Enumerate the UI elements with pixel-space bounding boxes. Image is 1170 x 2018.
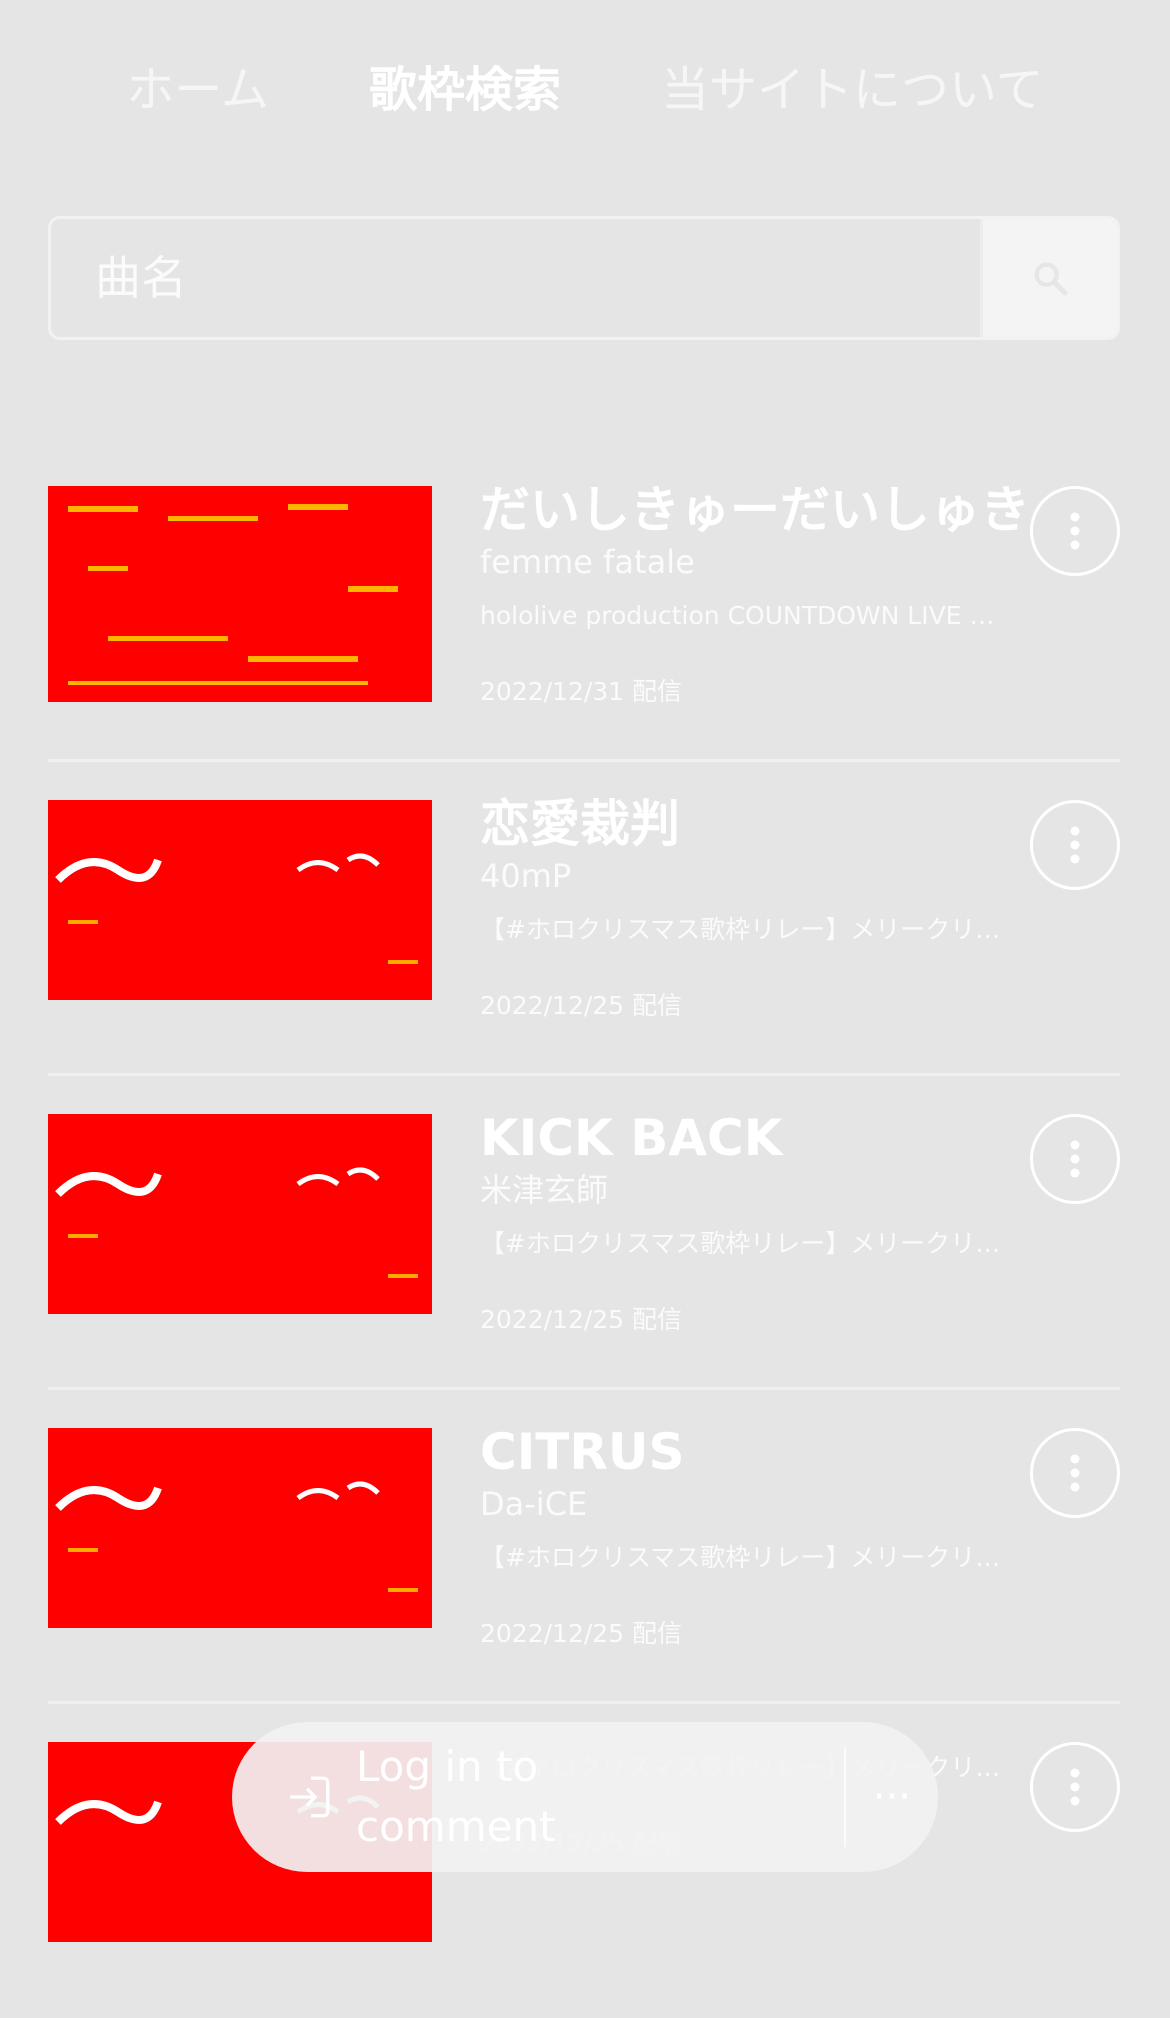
stream-title: hololive production COUNTDOWN LIVE 2022→… (480, 601, 1010, 630)
song-title-search-input[interactable] (51, 219, 980, 337)
song-artist: Da-iCE (480, 1485, 588, 1523)
more-vertical-icon (1070, 1768, 1080, 1806)
more-horizontal-icon: ··· (872, 1774, 912, 1820)
more-options-button[interactable] (1030, 486, 1120, 576)
more-options-button[interactable] (1030, 1114, 1120, 1204)
song-row[interactable]: 恋愛裁判 40mP 【#ホロクリスマス歌枠リレー】メリークリスマス 2022/1… (48, 762, 1120, 1076)
search-button[interactable] (980, 219, 1117, 337)
comment-menu-button[interactable]: ··· (846, 1722, 938, 1872)
song-row[interactable]: だいしきゅーだいしゅき femme fatale hololive produc… (48, 448, 1120, 762)
stream-date: 2022/12/25 配信 (480, 1619, 683, 1648)
nav-about[interactable]: 当サイトについて (661, 50, 1044, 120)
song-row[interactable]: KICK BACK 米津玄師 【#ホロクリスマス歌枠リレー】メリークリスマス 2… (48, 1076, 1120, 1390)
nav-song-search[interactable]: 歌枠検索 (369, 50, 561, 120)
login-icon (290, 1776, 330, 1818)
thumbnail-image (48, 1114, 432, 1330)
thumbnail-image (48, 486, 432, 702)
song-artist: 米津玄師 (480, 1171, 609, 1209)
more-options-button[interactable] (1030, 1742, 1120, 1832)
comment-bar: Log in to comment ··· (232, 1722, 938, 1872)
stream-date: 2022/12/31 配信 (480, 677, 683, 706)
song-title: CITRUS (480, 1423, 685, 1481)
stream-date: 2022/12/25 配信 (480, 1305, 683, 1334)
more-vertical-icon (1070, 1454, 1080, 1492)
stream-date: 2022/12/25 配信 (480, 991, 683, 1020)
video-thumbnail[interactable] (48, 1428, 432, 1644)
thumbnail-image (48, 1428, 432, 1644)
song-info: 恋愛裁判 40mP 【#ホロクリスマス歌枠リレー】メリークリスマス 2022/1… (480, 792, 1070, 1024)
login-to-comment-button[interactable]: Log in to comment (232, 1722, 844, 1872)
song-info: KICK BACK 米津玄師 【#ホロクリスマス歌枠リレー】メリークリスマス 2… (480, 1106, 1070, 1338)
search-bar (48, 216, 1120, 340)
song-title: 恋愛裁判 (480, 795, 680, 853)
search-icon (1034, 262, 1068, 296)
more-options-button[interactable] (1030, 800, 1120, 890)
video-thumbnail[interactable] (48, 1114, 432, 1330)
stream-title: 【#ホロクリスマス歌枠リレー】メリークリスマス (480, 1229, 1010, 1258)
login-label: Log in to comment (356, 1742, 556, 1851)
top-nav: ホーム 歌枠検索 当サイトについて (0, 0, 1170, 170)
song-title: だいしきゅーだいしゅき (480, 481, 1030, 539)
song-title: KICK BACK (480, 1109, 783, 1167)
more-vertical-icon (1070, 826, 1080, 864)
song-artist: femme fatale (480, 543, 695, 581)
song-artist: 40mP (480, 857, 572, 895)
song-row[interactable]: CITRUS Da-iCE 【#ホロクリスマス歌枠リレー】メリークリスマス 20… (48, 1390, 1120, 1704)
thumbnail-image (48, 800, 432, 1016)
more-vertical-icon (1070, 512, 1080, 550)
more-vertical-icon (1070, 1140, 1080, 1178)
song-info: CITRUS Da-iCE 【#ホロクリスマス歌枠リレー】メリークリスマス 20… (480, 1420, 1070, 1652)
video-thumbnail[interactable] (48, 486, 432, 702)
song-info: だいしきゅーだいしゅき femme fatale hololive produc… (480, 478, 1070, 710)
stream-title: 【#ホロクリスマス歌枠リレー】メリークリスマス (480, 915, 1010, 944)
more-options-button[interactable] (1030, 1428, 1120, 1518)
nav-home[interactable]: ホーム (126, 50, 269, 120)
video-thumbnail[interactable] (48, 800, 432, 1016)
stream-title: 【#ホロクリスマス歌枠リレー】メリークリスマス (480, 1543, 1010, 1572)
